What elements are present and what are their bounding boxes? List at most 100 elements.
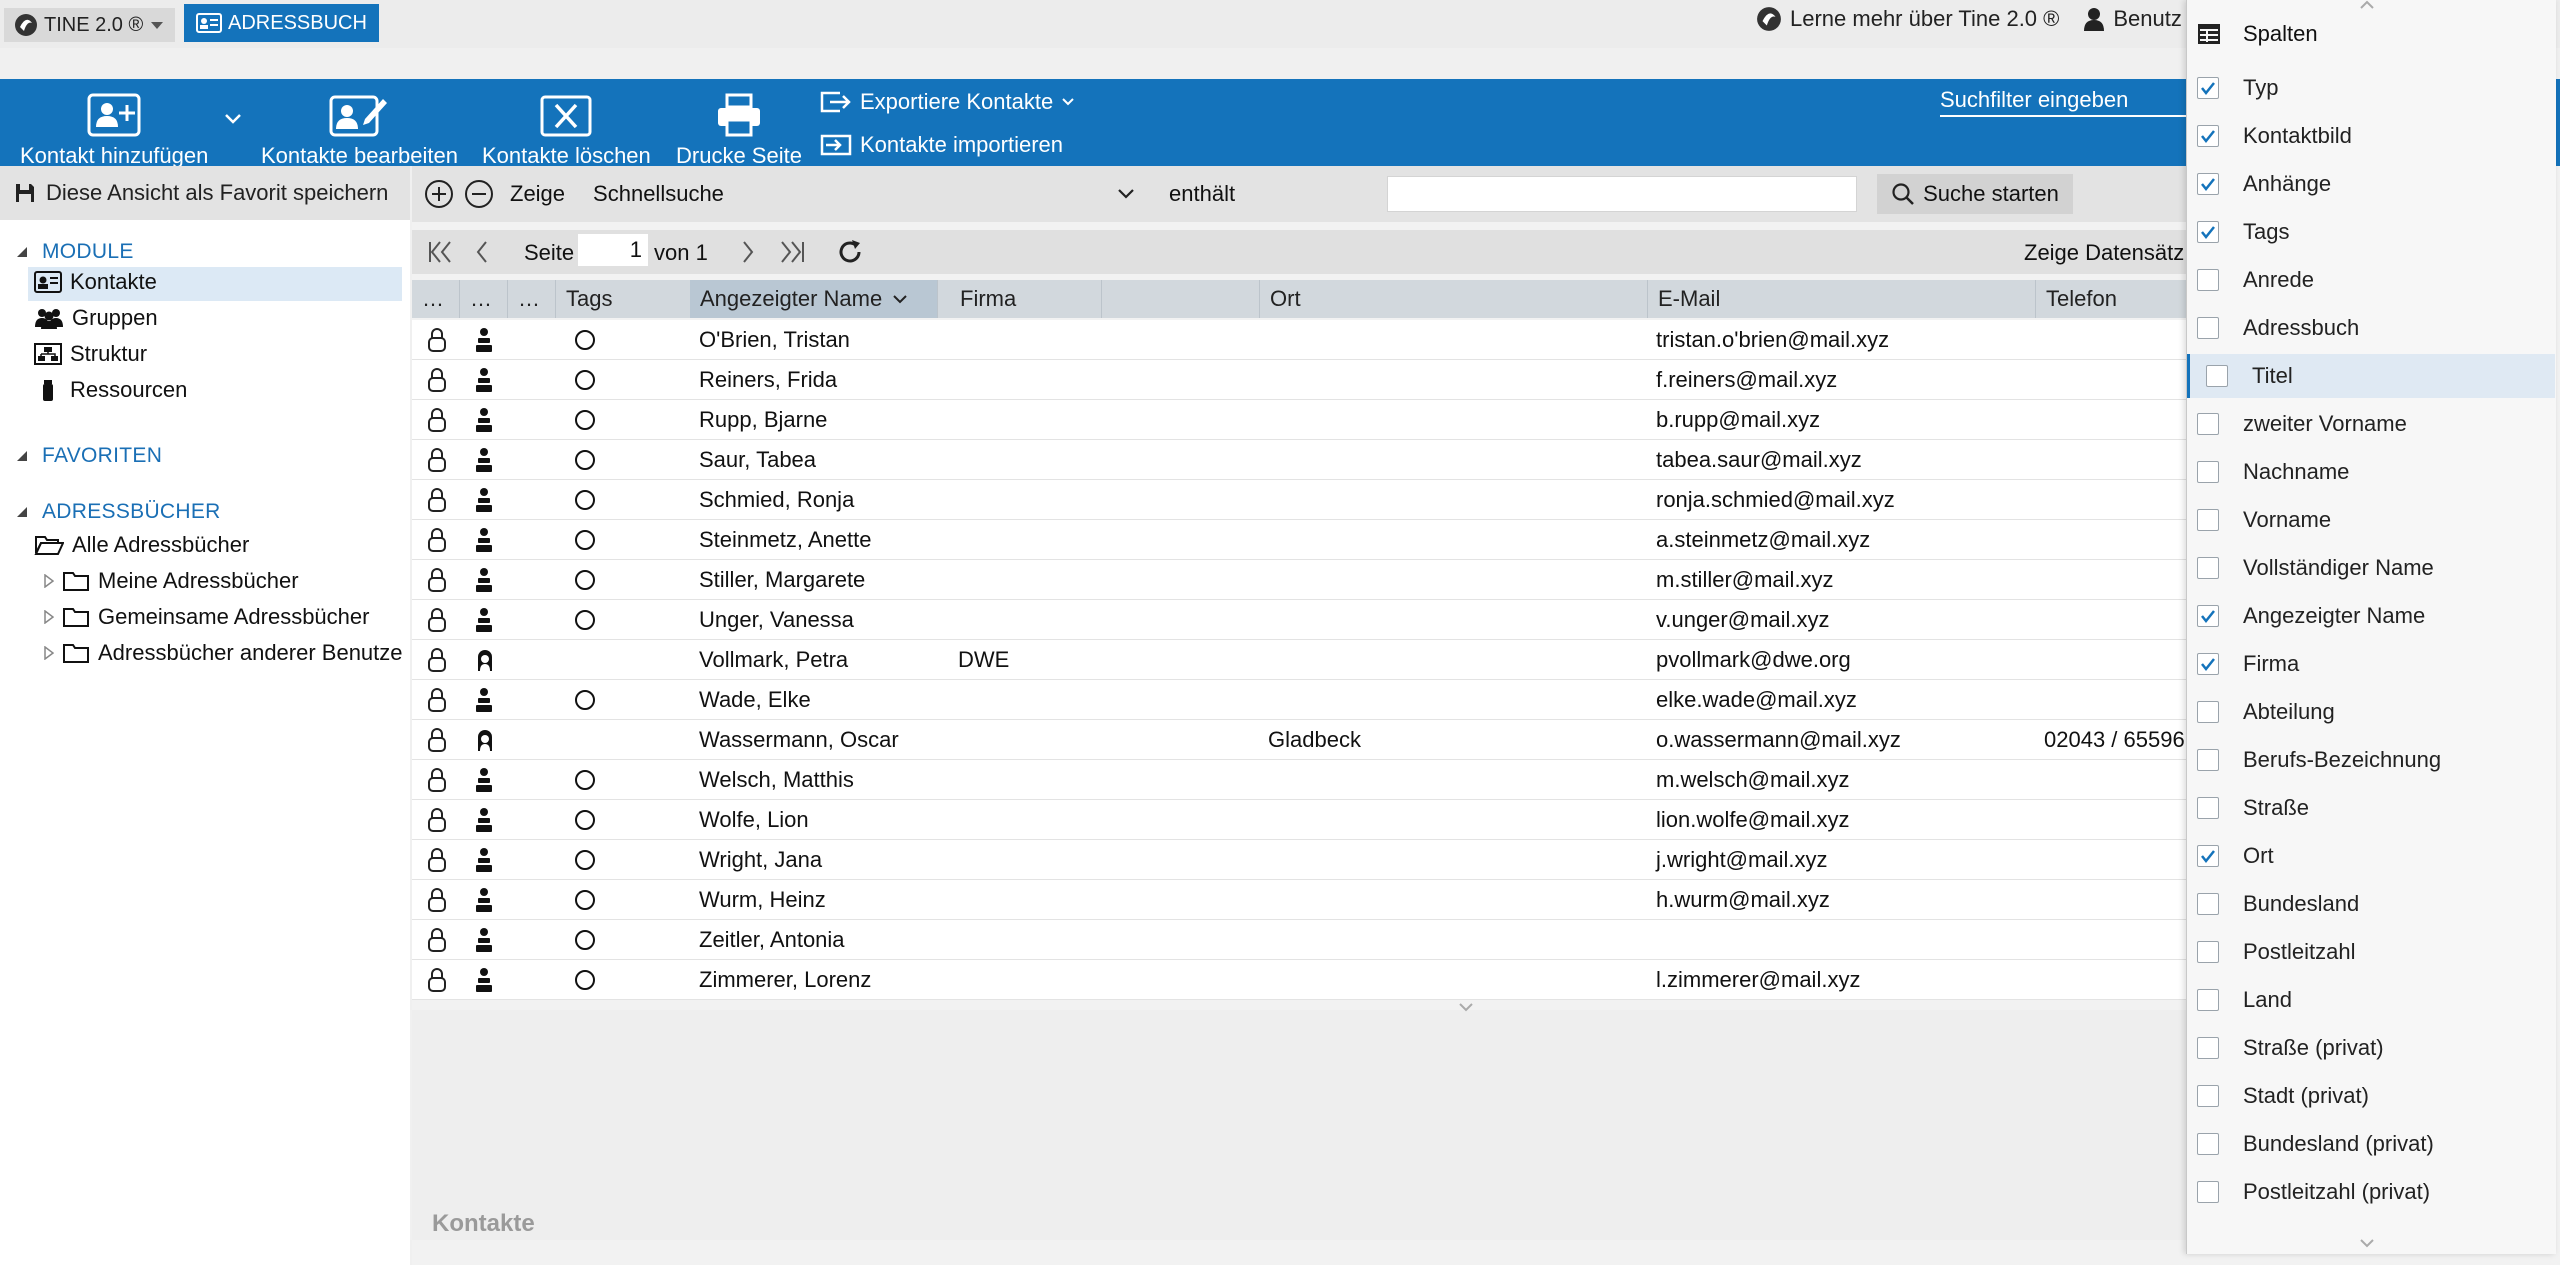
column-checkbox[interactable] bbox=[2197, 701, 2219, 723]
column-toggle-item[interactable]: Tags bbox=[2187, 210, 2555, 254]
column-checkbox[interactable] bbox=[2197, 749, 2219, 771]
tree-item-my-addressbooks[interactable]: Meine Adressbücher bbox=[44, 568, 299, 594]
learn-more-link[interactable]: Lerne mehr über Tine 2.0 ® bbox=[1756, 6, 2059, 32]
column-checkbox[interactable] bbox=[2197, 941, 2219, 963]
print-page-button[interactable]: Drucke Seite bbox=[676, 85, 802, 169]
column-checkbox[interactable] bbox=[2197, 221, 2219, 243]
column-toggle-item[interactable]: Vorname bbox=[2187, 498, 2555, 542]
column-checkbox[interactable] bbox=[2197, 797, 2219, 819]
user-menu[interactable]: Benutz bbox=[2083, 6, 2182, 32]
table-row[interactable]: Reiners, Frida f.reiners@mail.xyz bbox=[412, 360, 2186, 400]
remove-filter-icon[interactable] bbox=[464, 179, 494, 209]
search-value-input[interactable] bbox=[1387, 176, 1858, 212]
column-checkbox[interactable] bbox=[2197, 509, 2219, 531]
table-row[interactable]: Zeitler, Antonia bbox=[412, 920, 2186, 960]
refresh-icon[interactable] bbox=[836, 238, 864, 266]
app-menu-button[interactable]: TINE 2.0 ® bbox=[4, 8, 176, 42]
add-filter-icon[interactable] bbox=[424, 179, 454, 209]
table-row[interactable]: Steinmetz, Anette a.steinmetz@mail.xyz bbox=[412, 520, 2186, 560]
column-toggle-item[interactable]: Angezeigter Name bbox=[2187, 594, 2555, 638]
column-checkbox[interactable] bbox=[2197, 413, 2219, 435]
column-checkbox[interactable] bbox=[2206, 365, 2228, 387]
sidebar-item-kontakte[interactable]: Kontakte bbox=[34, 269, 157, 295]
sidebar-item-ressourcen[interactable]: Ressourcen bbox=[34, 377, 187, 403]
next-page-icon[interactable] bbox=[738, 239, 758, 265]
column-checkbox[interactable] bbox=[2197, 269, 2219, 291]
column-toggle-item[interactable]: Typ bbox=[2187, 66, 2555, 110]
save-favorite-button[interactable]: Diese Ansicht als Favorit speichern bbox=[0, 166, 410, 220]
table-row[interactable]: Wade, Elke elke.wade@mail.xyz bbox=[412, 680, 2186, 720]
page-number-input[interactable]: 1 bbox=[578, 234, 648, 266]
column-header-ort[interactable]: Ort bbox=[1260, 280, 1648, 318]
filter-select[interactable]: Schnellsuche bbox=[587, 177, 1143, 211]
sidebar-item-struktur[interactable]: Struktur bbox=[34, 341, 147, 367]
addressbooks-section-header[interactable]: ADRESSBÜCHER bbox=[16, 500, 221, 524]
table-row[interactable]: Unger, Vanessa v.unger@mail.xyz bbox=[412, 600, 2186, 640]
column-checkbox[interactable] bbox=[2197, 1133, 2219, 1155]
sidebar-item-gruppen[interactable]: Gruppen bbox=[34, 305, 158, 331]
column-checkbox[interactable] bbox=[2197, 1037, 2219, 1059]
column-header-name[interactable]: Angezeigter Name bbox=[690, 280, 938, 318]
resize-handle-icon[interactable] bbox=[1446, 1002, 1486, 1012]
table-row[interactable]: Welsch, Matthis m.welsch@mail.xyz bbox=[412, 760, 2186, 800]
column-toggle-item[interactable]: Anhänge bbox=[2187, 162, 2555, 206]
column-checkbox[interactable] bbox=[2197, 653, 2219, 675]
scroll-up-icon[interactable] bbox=[2347, 0, 2387, 10]
column-header-typ[interactable]: … bbox=[412, 280, 460, 318]
column-toggle-item[interactable]: Kontaktbild bbox=[2187, 114, 2555, 158]
table-row[interactable]: Saur, Tabea tabea.saur@mail.xyz bbox=[412, 440, 2186, 480]
column-checkbox[interactable] bbox=[2197, 989, 2219, 1011]
column-checkbox[interactable] bbox=[2197, 1085, 2219, 1107]
tree-item-other-users-addressbooks[interactable]: Adressbücher anderer Benutze bbox=[44, 640, 404, 666]
import-contacts-button[interactable]: Kontakte importieren bbox=[820, 132, 1063, 158]
column-toggle-item[interactable]: Nachname bbox=[2187, 450, 2555, 494]
column-checkbox[interactable] bbox=[2197, 77, 2219, 99]
column-toggle-item[interactable]: Vollständiger Name bbox=[2187, 546, 2555, 590]
column-checkbox[interactable] bbox=[2197, 845, 2219, 867]
column-header-firma[interactable]: Firma bbox=[950, 280, 1260, 318]
column-checkbox[interactable] bbox=[2197, 557, 2219, 579]
last-page-icon[interactable] bbox=[778, 239, 806, 265]
table-row[interactable]: Wright, Jana j.wright@mail.xyz bbox=[412, 840, 2186, 880]
column-checkbox[interactable] bbox=[2197, 125, 2219, 147]
column-header-kontaktbild[interactable]: … bbox=[460, 280, 508, 318]
tab-adressbuch[interactable]: ADRESSBUCH bbox=[184, 4, 379, 42]
table-row[interactable]: Schmied, Ronja ronja.schmied@mail.xyz bbox=[412, 480, 2186, 520]
add-contact-button[interactable]: Kontakt hinzufügen bbox=[20, 85, 208, 169]
column-toggle-item[interactable]: Titel bbox=[2187, 354, 2555, 398]
scroll-down-icon[interactable] bbox=[2347, 1238, 2387, 1248]
table-row[interactable]: O'Brien, Tristan tristan.o'brien@mail.xyz bbox=[412, 320, 2186, 360]
add-contact-dropdown[interactable] bbox=[224, 113, 242, 125]
column-toggle-item[interactable]: Straße bbox=[2187, 786, 2555, 830]
column-toggle-item[interactable]: Stadt (privat) bbox=[2187, 1074, 2555, 1118]
column-checkbox[interactable] bbox=[2197, 605, 2219, 627]
column-checkbox[interactable] bbox=[2197, 893, 2219, 915]
favorites-section-header[interactable]: FAVORITEN bbox=[16, 444, 162, 468]
column-toggle-item[interactable]: Anrede bbox=[2187, 258, 2555, 302]
start-search-button[interactable]: Suche starten bbox=[1877, 174, 2073, 214]
column-header-telefon[interactable]: Telefon bbox=[2036, 280, 2186, 318]
column-toggle-item[interactable]: Adressbuch bbox=[2187, 306, 2555, 350]
table-row[interactable]: Wassermann, Oscar Gladbeck o.wassermann@ma… bbox=[412, 720, 2186, 760]
edit-contacts-button[interactable]: Kontakte bearbeiten bbox=[261, 85, 458, 169]
tree-item-shared-addressbooks[interactable]: Gemeinsame Adressbücher bbox=[44, 604, 369, 630]
modules-section-header[interactable]: MODULE bbox=[16, 240, 134, 264]
column-header-anhaenge[interactable]: … bbox=[508, 280, 556, 318]
column-toggle-item[interactable]: Bundesland bbox=[2187, 882, 2555, 926]
column-toggle-item[interactable]: Bundesland (privat) bbox=[2187, 1122, 2555, 1166]
table-row[interactable]: Zimmerer, Lorenz l.zimmerer@mail.xyz bbox=[412, 960, 2186, 1000]
column-toggle-item[interactable]: Berufs-Bezeichnung bbox=[2187, 738, 2555, 782]
column-toggle-item[interactable]: Postleitzahl (privat) bbox=[2187, 1170, 2555, 1214]
column-toggle-item[interactable]: Firma bbox=[2187, 642, 2555, 686]
column-toggle-item[interactable]: Ort bbox=[2187, 834, 2555, 878]
column-checkbox[interactable] bbox=[2197, 317, 2219, 339]
delete-contacts-button[interactable]: Kontakte löschen bbox=[482, 85, 651, 169]
export-contacts-button[interactable]: Exportiere Kontakte bbox=[820, 89, 1075, 115]
column-toggle-item[interactable]: zweiter Vorname bbox=[2187, 402, 2555, 446]
table-row[interactable]: Vollmark, Petra DWE pvollmark@dwe.org bbox=[412, 640, 2186, 680]
column-checkbox[interactable] bbox=[2197, 461, 2219, 483]
column-toggle-item[interactable]: Abteilung bbox=[2187, 690, 2555, 734]
previous-page-icon[interactable] bbox=[472, 239, 492, 265]
column-toggle-item[interactable]: Postleitzahl bbox=[2187, 930, 2555, 974]
table-row[interactable]: Rupp, Bjarne b.rupp@mail.xyz bbox=[412, 400, 2186, 440]
